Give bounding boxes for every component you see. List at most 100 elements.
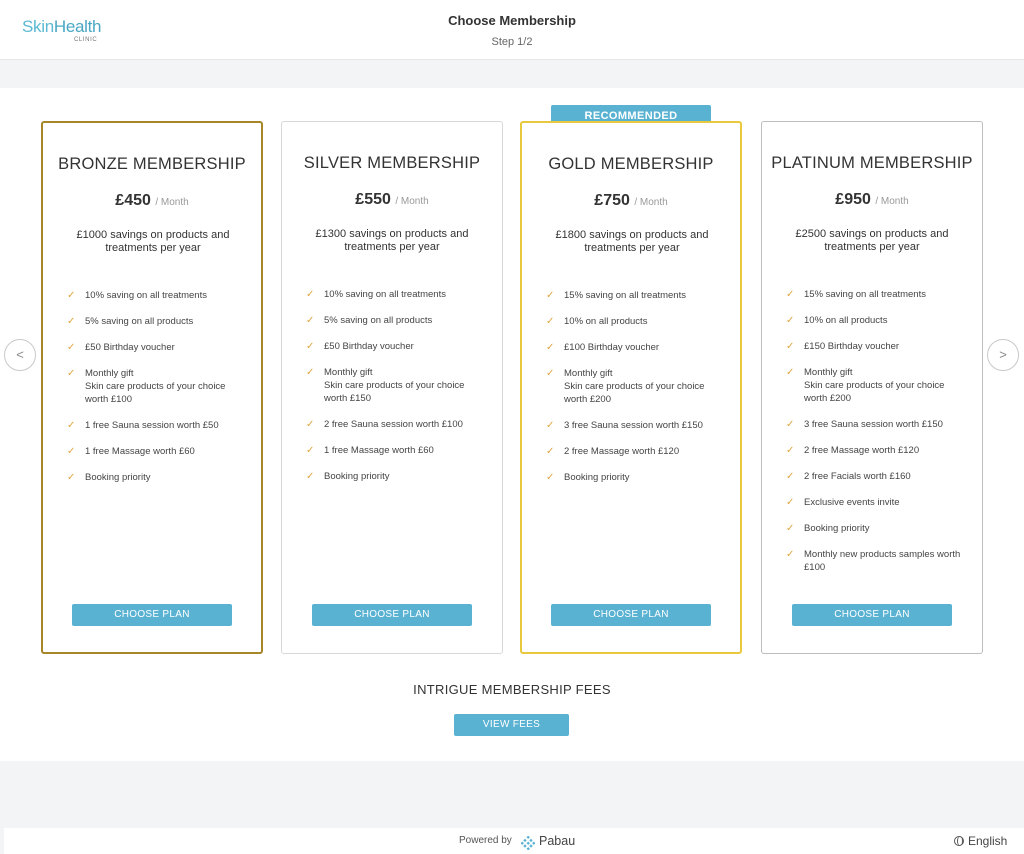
savings-text: £1000 savings on products and treatments… — [76, 229, 230, 254]
feature-item: ✓ £50 Birthday voucher — [67, 341, 247, 354]
check-icon: ✓ — [786, 315, 795, 326]
page-title: Choose Membership — [448, 13, 576, 28]
globe-icon — [954, 836, 964, 846]
feature-list: ✓ 15% saving on all treatments ✓ 10% on all… — [546, 289, 726, 497]
feature-text: Monthly gift Skin care products of your … — [564, 368, 705, 405]
price-row: £950 / Month — [762, 191, 982, 209]
check-icon: ✓ — [786, 549, 795, 560]
feature-list: ✓ 10% saving on all treatments ✓ 5% saving … — [67, 289, 247, 497]
choose-plan-button[interactable]: CHOOSE PLAN — [792, 604, 952, 626]
feature-item: ✓ Booking priority — [786, 522, 966, 535]
price: £750 — [594, 192, 630, 209]
feature-text: Booking priority — [564, 472, 630, 483]
pabau-logo-icon — [521, 836, 535, 850]
check-icon: ✓ — [546, 446, 555, 457]
feature-item: ✓ 5% saving on all products — [306, 314, 486, 327]
card-title: GOLD MEMBERSHIP — [548, 155, 714, 173]
feature-text: 3 free Sauna session worth £150 — [564, 420, 703, 431]
feature-text: Monthly new products samples worth £100 — [804, 549, 961, 573]
price-period: / Month — [875, 196, 909, 207]
feature-text: Booking priority — [85, 472, 151, 483]
feature-item: ✓ Booking priority — [67, 471, 247, 484]
feature-text: 1 free Massage worth £60 — [324, 445, 434, 456]
fees-title: INTRIGUE MEMBERSHIP FEES — [413, 682, 611, 697]
feature-text: 10% saving on all treatments — [324, 289, 446, 300]
feature-text: Monthly gift Skin care products of your … — [85, 368, 226, 405]
feature-item: ✓ Monthly gift Skin care products of your… — [306, 366, 486, 405]
check-icon: ✓ — [67, 342, 76, 353]
view-fees-button[interactable]: VIEW FEES — [454, 714, 569, 736]
top-bar: SkinHealth CLINIC Choose Membership Step… — [0, 0, 1024, 60]
check-icon: ✓ — [546, 472, 555, 483]
price-period: / Month — [395, 196, 429, 207]
feature-text: 2 free Massage worth £120 — [564, 446, 680, 457]
check-icon: ✓ — [67, 290, 76, 301]
check-icon: ✓ — [306, 367, 315, 378]
card-gold: GOLD MEMBERSHIP £750 / Month £1800 savings… — [520, 121, 742, 654]
choose-plan-button[interactable]: CHOOSE PLAN — [72, 604, 232, 626]
feature-text: £100 Birthday voucher — [564, 342, 660, 353]
language-selector[interactable]: English — [954, 834, 1007, 848]
price-row: £450 / Month — [43, 192, 261, 210]
price: £550 — [355, 191, 391, 208]
language-label: English — [968, 834, 1008, 848]
feature-item: ✓ Booking priority — [546, 471, 726, 484]
price-row: £750 / Month — [522, 192, 740, 210]
feature-item: ✓ Monthly new products samples worth £100 — [786, 548, 966, 574]
feature-text: 5% saving on all products — [85, 316, 194, 327]
feature-text: 10% saving on all treatments — [85, 290, 207, 301]
check-icon: ✓ — [546, 290, 555, 301]
savings-text: £1300 savings on products and treatments… — [315, 228, 469, 253]
feature-item: ✓ Monthly gift Skin care products of your… — [546, 367, 726, 406]
feature-item: ✓ 2 free Facials worth £160 — [786, 470, 966, 483]
footer: Powered by Pabau English — [4, 828, 1024, 854]
feature-item: ✓ £50 Birthday voucher — [306, 340, 486, 353]
choose-plan-button[interactable]: CHOOSE PLAN — [312, 604, 472, 626]
feature-text: 1 free Massage worth £60 — [85, 446, 195, 457]
chevron-left-icon[interactable]: < — [4, 339, 36, 371]
feature-item: ✓ Monthly gift Skin care products of your… — [67, 367, 247, 406]
feature-text: £150 Birthday voucher — [804, 341, 900, 352]
choose-plan-button[interactable]: CHOOSE PLAN — [551, 604, 711, 626]
feature-text: £50 Birthday voucher — [85, 342, 175, 353]
check-icon: ✓ — [786, 523, 795, 534]
check-icon: ✓ — [306, 289, 315, 300]
check-icon: ✓ — [786, 341, 795, 352]
savings-text: £2500 savings on products and treatments… — [795, 228, 949, 253]
check-icon: ✓ — [67, 472, 76, 483]
feature-list: ✓ 10% saving on all treatments ✓ 5% saving … — [306, 288, 486, 496]
check-icon: ✓ — [546, 368, 555, 379]
feature-item: ✓ 2 free Massage worth £120 — [786, 444, 966, 457]
card-title: SILVER MEMBERSHIP — [303, 154, 481, 172]
step-indicator: Step 1/2 — [491, 36, 533, 48]
feature-item: ✓ 5% saving on all products — [67, 315, 247, 328]
feature-text: 5% saving on all products — [324, 315, 433, 326]
check-icon: ✓ — [306, 341, 315, 352]
card-silver: SILVER MEMBERSHIP £550 / Month £1300 savin… — [281, 121, 503, 654]
price: £950 — [835, 191, 871, 208]
feature-item: ✓ Exclusive events invite — [786, 496, 966, 509]
card-title: PLATINUM MEMBERSHIP — [771, 154, 973, 172]
feature-text: 15% saving on all treatments — [804, 289, 926, 300]
check-icon: ✓ — [786, 419, 795, 430]
powered-by-label: Powered by — [459, 835, 512, 846]
feature-item: ✓ 15% saving on all treatments — [786, 288, 966, 301]
check-icon: ✓ — [786, 445, 795, 456]
check-icon: ✓ — [546, 420, 555, 431]
feature-item: ✓ 3 free Sauna session worth £150 — [546, 419, 726, 432]
price-period: / Month — [155, 197, 189, 208]
card-title: BRONZE MEMBERSHIP — [58, 155, 246, 173]
chevron-right-icon[interactable]: > — [987, 339, 1019, 371]
check-icon: ✓ — [306, 445, 315, 456]
feature-item: ✓ 1 free Massage worth £60 — [306, 444, 486, 457]
feature-text: Booking priority — [804, 523, 870, 534]
feature-item: ✓ 15% saving on all treatments — [546, 289, 726, 302]
check-icon: ✓ — [546, 342, 555, 353]
feature-text: £50 Birthday voucher — [324, 341, 414, 352]
check-icon: ✓ — [67, 368, 76, 379]
feature-text: 10% on all products — [564, 316, 648, 327]
feature-text: 1 free Sauna session worth £50 — [85, 420, 219, 431]
check-icon: ✓ — [67, 316, 76, 327]
feature-item: ✓ 10% saving on all treatments — [306, 288, 486, 301]
feature-item: ✓ 2 free Sauna session worth £100 — [306, 418, 486, 431]
